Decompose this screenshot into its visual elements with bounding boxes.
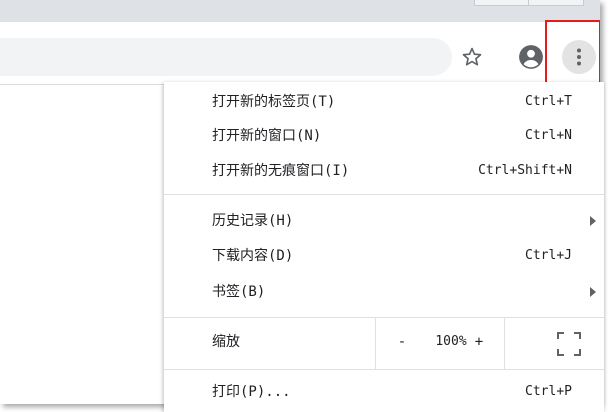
zoom-out-button[interactable]: -	[390, 330, 414, 354]
fullscreen-icon[interactable]	[556, 331, 582, 357]
window-control-left[interactable]	[474, 0, 529, 6]
menu-item-history[interactable]: 历史记录(H)	[164, 207, 604, 235]
menu-item-downloads[interactable]: 下载内容(D) Ctrl+J	[164, 242, 604, 270]
menu-item-label: 打开新的窗口(N)	[212, 128, 322, 144]
menu-item-new-incognito-window[interactable]: 打开新的无痕窗口(I) Ctrl+Shift+N	[164, 157, 604, 185]
menu-separator	[164, 369, 604, 370]
star-icon[interactable]	[459, 44, 485, 70]
menu-item-label: 书签(B)	[212, 284, 266, 300]
zoom-label: 缩放	[212, 334, 240, 350]
menu-item-new-tab[interactable]: 打开新的标签页(T) Ctrl+T	[164, 88, 604, 116]
menu-item-new-window[interactable]: 打开新的窗口(N) Ctrl+N	[164, 122, 604, 150]
account-circle-icon[interactable]	[517, 43, 545, 71]
menu-item-label: 历史记录(H)	[212, 213, 294, 229]
address-bar[interactable]	[0, 38, 452, 76]
menu-item-bookmarks[interactable]: 书签(B)	[164, 278, 604, 306]
window-control-right[interactable]	[528, 0, 584, 6]
browser-toolbar	[0, 22, 600, 84]
menu-item-print[interactable]: 打印(P)... Ctrl+P	[164, 378, 604, 406]
menu-separator	[164, 194, 604, 195]
menu-item-label: 打开新的标签页(T)	[212, 94, 336, 110]
menu-item-label: 打开新的无痕窗口(I)	[212, 163, 350, 179]
menu-item-label: 打印(P)...	[212, 384, 291, 400]
toolbar-divider	[0, 84, 164, 85]
zoom-controls: - 100% +	[375, 318, 505, 369]
menu-item-shortcut: Ctrl+P	[525, 384, 572, 399]
menu-item-shortcut: Ctrl+N	[525, 128, 572, 143]
chrome-main-menu: 打开新的标签页(T) Ctrl+T 打开新的窗口(N) Ctrl+N 打开新的无…	[164, 82, 604, 412]
menu-item-label: 下载内容(D)	[212, 248, 294, 264]
menu-item-shortcut: Ctrl+T	[525, 94, 572, 109]
chevron-right-icon	[590, 216, 596, 226]
menu-item-shortcut: Ctrl+J	[525, 248, 572, 263]
chevron-right-icon	[590, 287, 596, 297]
menu-item-shortcut: Ctrl+Shift+N	[478, 163, 572, 178]
zoom-row: 缩放 - 100% +	[164, 318, 604, 369]
highlight-annotation	[545, 20, 600, 84]
zoom-in-button[interactable]: +	[467, 330, 491, 354]
title-bar	[0, 0, 600, 22]
